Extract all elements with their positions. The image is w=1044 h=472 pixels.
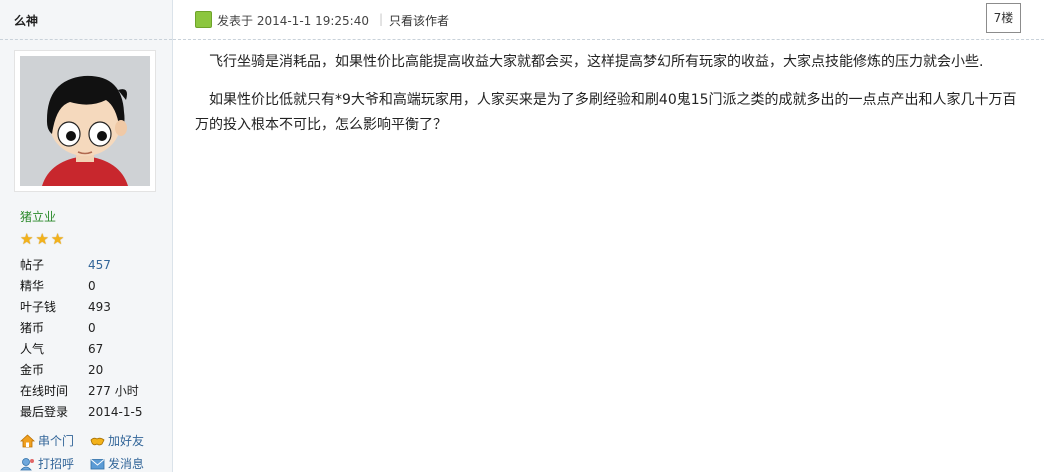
- stat-label: 叶子钱: [20, 300, 57, 314]
- greet-button[interactable]: 打招呼: [20, 455, 90, 472]
- greet-icon: [20, 457, 35, 471]
- stat-value: 277 小时: [88, 384, 139, 398]
- house-icon: [20, 433, 35, 448]
- stat-popularity: 人气 67: [20, 339, 170, 360]
- stat-label: 在线时间: [20, 384, 69, 398]
- stat-label: 人气: [20, 342, 45, 356]
- stat-digest: 精华 0: [20, 276, 170, 297]
- author-name[interactable]: 么神: [14, 14, 38, 28]
- avatar-image: [20, 56, 150, 186]
- post-content: 飞行坐骑是消耗品，如果性价比高能提高收益大家就都会买，这样提高梦幻所有玩家的收益…: [195, 50, 1025, 138]
- stat-label: 帖子: [20, 258, 45, 272]
- stat-pig-coin: 猪币 0: [20, 318, 170, 339]
- stat-value: 67: [88, 342, 104, 356]
- star-icon: ★: [50, 230, 65, 248]
- post-header: 发表于 2014-1-1 19:25:40 | 只看该作者 7楼: [173, 0, 1044, 40]
- visit-label: 串个门: [38, 434, 75, 448]
- stat-value: 20: [88, 363, 104, 377]
- actions-row-1: 串个门 加好友: [20, 429, 170, 452]
- avatar-frame: [14, 50, 156, 192]
- stat-value: 0: [88, 321, 96, 335]
- floor-number[interactable]: 7楼: [986, 3, 1021, 33]
- send-message-label: 发消息: [108, 457, 145, 471]
- actions-row-2: 打招呼 发消息: [20, 452, 170, 472]
- post-timestamp: 发表于 2014-1-1 19:25:40: [217, 14, 369, 28]
- stat-label: 精华: [20, 279, 45, 293]
- envelope-icon: [90, 457, 105, 471]
- author-actions: 串个门 加好友 打招呼 发消息: [20, 429, 170, 472]
- stat-value: 493: [88, 300, 111, 314]
- stat-last-login: 最后登录 2014-1-5: [20, 402, 170, 423]
- add-friend-button[interactable]: 加好友: [90, 432, 160, 449]
- stat-leaf-money: 叶子钱 493: [20, 297, 170, 318]
- author-stats: 帖子 457 精华 0 叶子钱 493 猪币 0 人气 67 金币 20 在线时…: [20, 255, 170, 423]
- only-author-link[interactable]: 只看该作者: [389, 12, 449, 29]
- avatar[interactable]: [20, 56, 150, 186]
- stat-label: 猪币: [20, 321, 45, 335]
- star-icon: ★: [35, 230, 49, 248]
- post-paragraph: 飞行坐骑是消耗品，如果性价比高能提高收益大家就都会买，这样提高梦幻所有玩家的收益…: [209, 54, 984, 70]
- greet-label: 打招呼: [38, 457, 75, 471]
- stat-posts: 帖子 457: [20, 255, 170, 276]
- author-sidebar: 么神 猪立业 ★ ★ ★ 帖子 457 精华 0 叶子钱 493 猪币 0 人气…: [0, 0, 173, 472]
- stat-value: 0: [88, 279, 96, 293]
- online-status-icon: [195, 11, 212, 28]
- post-paragraph: 如果性价比低就只有*9大爷和高端玩家用，人家买来是为了多刷经验和刷40鬼15门派…: [195, 92, 1017, 133]
- usergroup-link[interactable]: 猪立业: [20, 208, 56, 225]
- stat-value[interactable]: 457: [88, 255, 111, 276]
- send-message-button[interactable]: 发消息: [90, 455, 160, 472]
- divider: |: [379, 12, 384, 26]
- visit-button[interactable]: 串个门: [20, 432, 90, 449]
- star-icon: ★: [20, 230, 34, 248]
- stat-online-time: 在线时间 277 小时: [20, 381, 170, 402]
- stat-label: 金币: [20, 363, 45, 377]
- add-friend-label: 加好友: [108, 434, 145, 448]
- author-header: 么神: [0, 0, 172, 40]
- stat-gold: 金币 20: [20, 360, 170, 381]
- rank-stars: ★ ★ ★: [20, 232, 64, 247]
- handshake-icon: [90, 434, 105, 448]
- stat-value: 2014-1-5: [88, 405, 143, 419]
- stat-label: 最后登录: [20, 405, 69, 419]
